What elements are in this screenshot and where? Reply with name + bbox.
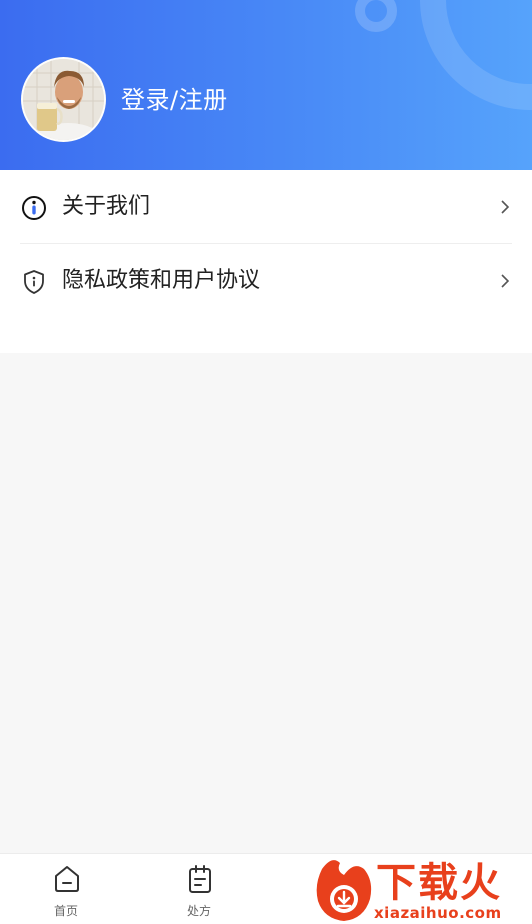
tab-prescription[interactable]: 处方 — [159, 854, 239, 924]
menu-item-privacy-policy[interactable]: 隐私政策和用户协议 — [0, 244, 532, 318]
flame-logo-icon — [316, 860, 372, 921]
watermark-url: xiazaihuo.com — [374, 904, 502, 922]
settings-menu: 关于我们 隐私政策和用户协议 — [0, 170, 532, 353]
login-register-link[interactable]: 登录/注册 — [121, 86, 228, 114]
chevron-right-icon — [501, 274, 510, 288]
decorative-ring-small — [355, 0, 397, 32]
watermark-title: 下载火 — [376, 860, 502, 906]
chevron-right-icon — [501, 200, 510, 214]
menu-item-label: 隐私政策和用户协议 — [62, 268, 261, 293]
decorative-ring — [420, 0, 532, 110]
profile-header: 登录/注册 — [0, 0, 532, 170]
info-icon — [22, 196, 46, 220]
tab-label: 首页 — [53, 904, 78, 918]
menu-item-about-us[interactable]: 关于我们 — [0, 170, 532, 244]
avatar[interactable] — [21, 57, 106, 142]
home-icon — [55, 866, 79, 892]
prescription-icon — [189, 865, 211, 893]
tab-home[interactable]: 首页 — [26, 854, 106, 924]
menu-item-label: 关于我们 — [62, 194, 151, 219]
tab-label: 处方 — [186, 904, 211, 918]
shield-icon — [24, 270, 44, 294]
watermark-logo: 下载火 xiazaihuo.com — [314, 855, 532, 924]
